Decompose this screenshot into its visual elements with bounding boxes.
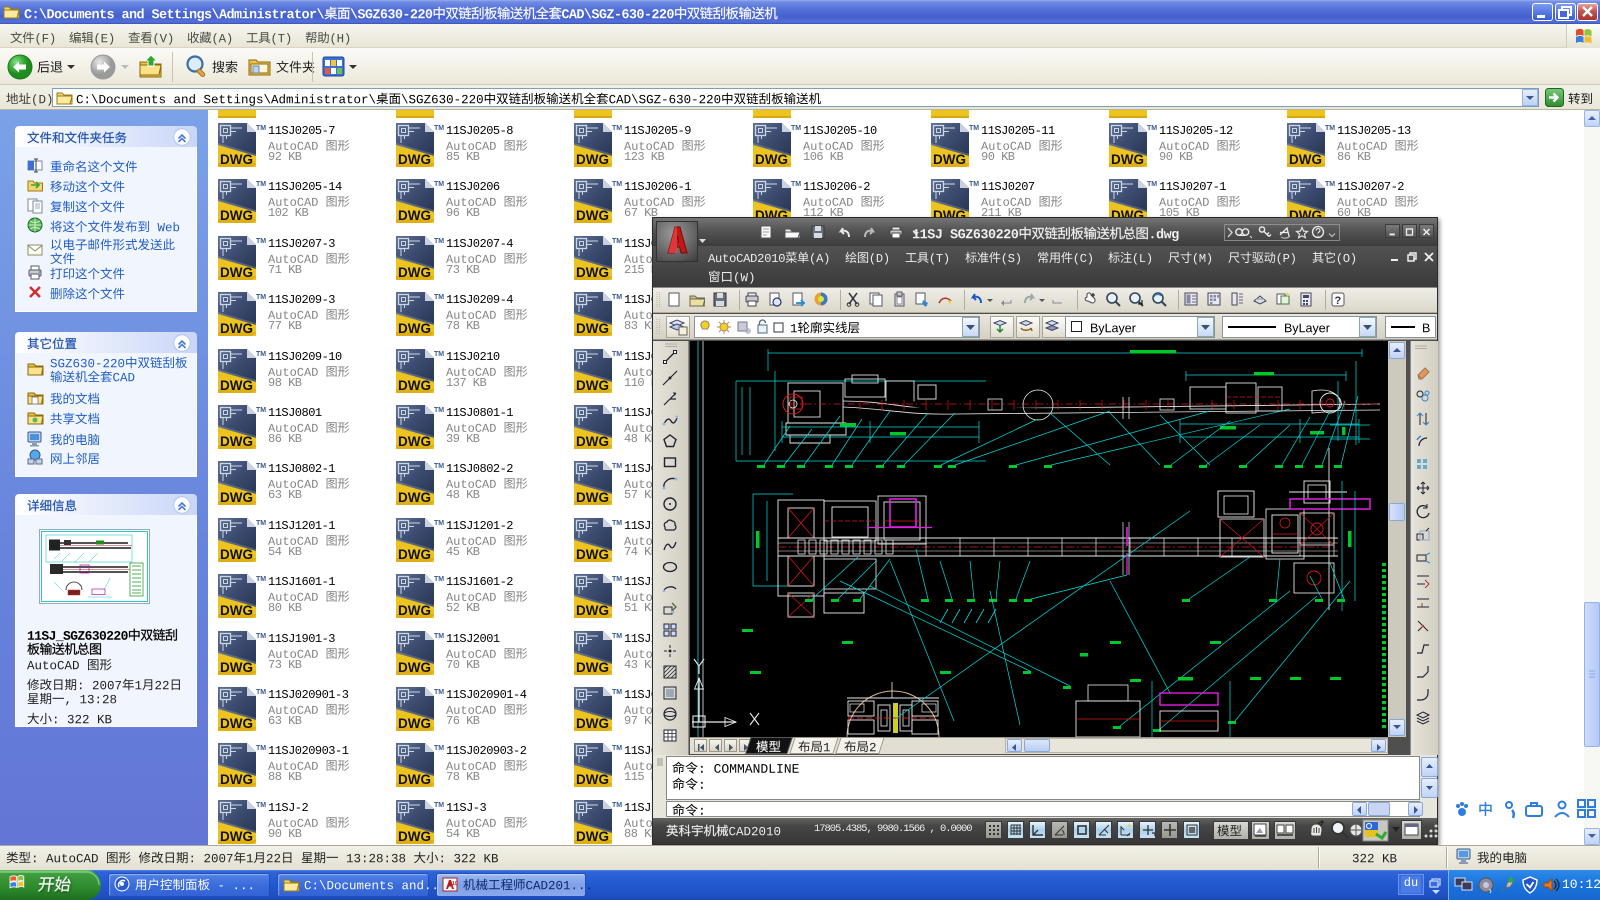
svg-text:TM: TM xyxy=(256,351,266,357)
svg-text:TM: TM xyxy=(612,802,622,808)
svg-text:TM: TM xyxy=(434,238,444,244)
svg-text:TM: TM xyxy=(612,463,622,469)
svg-text:TM: TM xyxy=(434,351,444,357)
svg-text:TM: TM xyxy=(256,576,266,582)
svg-text:TM: TM xyxy=(1147,125,1157,131)
svg-text:TM: TM xyxy=(256,407,266,413)
svg-text:TM: TM xyxy=(434,633,444,639)
svg-text:TM: TM xyxy=(256,294,266,300)
svg-text:TM: TM xyxy=(256,745,266,751)
svg-text:TM: TM xyxy=(612,576,622,582)
svg-text:TM: TM xyxy=(256,689,266,695)
svg-text:TM: TM xyxy=(434,125,444,131)
svg-text:10: 10 xyxy=(452,881,458,887)
svg-text:TM: TM xyxy=(434,407,444,413)
svg-text:TM: TM xyxy=(612,689,622,695)
svg-text:TM: TM xyxy=(1325,125,1335,131)
svg-text:TM: TM xyxy=(256,238,266,244)
svg-text:TM: TM xyxy=(256,520,266,526)
svg-text:TM: TM xyxy=(256,125,266,131)
svg-text:TM: TM xyxy=(434,802,444,808)
svg-text:TM: TM xyxy=(612,520,622,526)
svg-text:TM: TM xyxy=(612,351,622,357)
svg-text:TM: TM xyxy=(434,294,444,300)
svg-text:TM: TM xyxy=(612,181,622,187)
svg-text:TM: TM xyxy=(256,802,266,808)
svg-text:TM: TM xyxy=(1325,181,1335,187)
svg-text:TM: TM xyxy=(434,745,444,751)
svg-text:TM: TM xyxy=(434,576,444,582)
svg-text:TM: TM xyxy=(612,238,622,244)
svg-text:TM: TM xyxy=(612,125,622,131)
svg-text:TM: TM xyxy=(791,181,801,187)
svg-text:TM: TM xyxy=(791,125,801,131)
svg-text:TM: TM xyxy=(256,633,266,639)
svg-text:TM: TM xyxy=(969,125,979,131)
svg-text:TM: TM xyxy=(612,294,622,300)
svg-text:TM: TM xyxy=(434,520,444,526)
svg-text:TM: TM xyxy=(612,745,622,751)
svg-text:TM: TM xyxy=(434,463,444,469)
svg-text:TM: TM xyxy=(969,181,979,187)
svg-text:TM: TM xyxy=(1147,181,1157,187)
svg-text:TM: TM xyxy=(612,633,622,639)
svg-text:TM: TM xyxy=(256,463,266,469)
svg-text:?: ? xyxy=(1335,295,1342,307)
svg-text:TM: TM xyxy=(434,689,444,695)
svg-text:TM: TM xyxy=(256,181,266,187)
svg-text:TM: TM xyxy=(434,181,444,187)
svg-text:TM: TM xyxy=(612,407,622,413)
